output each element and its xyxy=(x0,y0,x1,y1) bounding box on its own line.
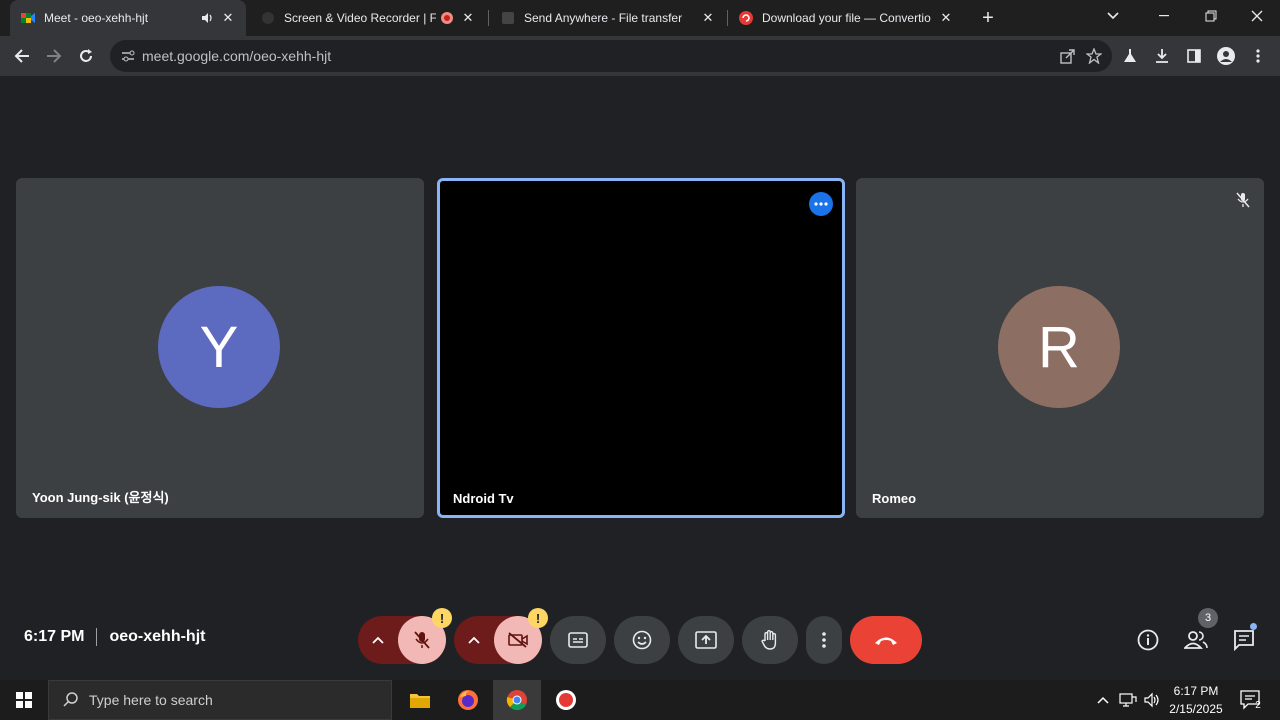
meeting-details-info-icon[interactable] xyxy=(1134,626,1162,654)
tab-convertio[interactable]: Download your file — Convertio ✕ xyxy=(728,0,964,36)
participant-tile-active[interactable]: Ndroid Tv xyxy=(437,178,845,518)
tab-title: Send Anywhere - File transfer xyxy=(524,11,683,25)
meet-stage: Y Yoon Jung-sik (윤정식) Ndroid Tv R Romeo … xyxy=(0,76,1280,680)
side-panel-icon[interactable] xyxy=(1180,42,1208,70)
firefox-icon[interactable] xyxy=(444,680,492,720)
download-icon[interactable] xyxy=(1148,42,1176,70)
volume-icon[interactable] xyxy=(1140,680,1164,720)
mic-warning-badge: ! xyxy=(432,608,452,628)
notification-count: 2 xyxy=(1255,700,1261,711)
raise-hand-icon xyxy=(761,630,777,650)
people-icon[interactable] xyxy=(1182,626,1210,654)
forward-arrow-icon[interactable] xyxy=(40,42,68,70)
url-text: meet.google.com/oeo-xehh-hjt xyxy=(142,48,332,64)
closed-captions-icon xyxy=(568,632,588,648)
participant-name: Ndroid Tv xyxy=(453,491,514,506)
address-bar[interactable]: meet.google.com/oeo-xehh-hjt xyxy=(110,40,1112,72)
avatar: R xyxy=(998,286,1120,408)
recording-icon xyxy=(440,11,454,25)
taskbar-clock-date[interactable]: 2/15/2025 xyxy=(1166,702,1226,716)
present-screen-button[interactable] xyxy=(678,616,734,664)
more-options-icon[interactable] xyxy=(809,192,833,216)
participant-name: Yoon Jung-sik (윤정식) xyxy=(32,490,169,505)
send-anywhere-favicon-icon xyxy=(500,10,516,26)
more-options-button[interactable] xyxy=(806,616,842,664)
tab-send-anywhere[interactable]: Send Anywhere - File transfer ✕ xyxy=(490,0,726,36)
file-explorer-icon[interactable] xyxy=(396,680,444,720)
close-tab-icon[interactable]: ✕ xyxy=(938,10,954,26)
more-vert-icon xyxy=(822,632,826,648)
screen: Meet - oeo-xehh-hjt ✕ Screen & Video Rec… xyxy=(0,0,1280,720)
convertio-favicon-icon xyxy=(738,10,754,26)
restore-icon[interactable] xyxy=(1188,0,1234,32)
present-screen-icon xyxy=(695,631,717,649)
audio-options-chevron-up-icon[interactable] xyxy=(358,616,398,664)
chrome-taskbar-icon[interactable] xyxy=(493,680,541,720)
tab-separator xyxy=(488,10,489,26)
tab-search-chevron-icon[interactable] xyxy=(1090,0,1136,32)
labs-flask-icon[interactable] xyxy=(1116,42,1144,70)
recorder-favicon-icon xyxy=(260,10,276,26)
site-settings-icon[interactable] xyxy=(120,48,136,69)
camera-off-icon xyxy=(508,632,528,648)
taskbar-clock-time[interactable]: 6:17 PM xyxy=(1166,684,1226,698)
screen-recorder-icon[interactable] xyxy=(542,680,590,720)
participant-tile[interactable]: Y Yoon Jung-sik (윤정식) xyxy=(16,178,424,518)
back-arrow-icon[interactable] xyxy=(8,42,36,70)
tab-title: Screen & Video Recorder | F xyxy=(284,11,436,25)
browser-tab-strip: Meet - oeo-xehh-hjt ✕ Screen & Video Rec… xyxy=(0,0,1280,36)
camera-control-group: ! xyxy=(454,608,548,664)
browser-toolbar: meet.google.com/oeo-xehh-hjt xyxy=(0,36,1280,76)
emoji-icon xyxy=(632,630,652,650)
network-icon[interactable] xyxy=(1116,680,1140,720)
video-options-chevron-up-icon[interactable] xyxy=(454,616,494,664)
close-window-icon[interactable] xyxy=(1234,0,1280,32)
participant-tile[interactable]: R Romeo xyxy=(856,178,1264,518)
new-tab-button[interactable]: + xyxy=(976,6,1000,30)
chat-unread-dot xyxy=(1250,623,1257,630)
profile-icon[interactable] xyxy=(1212,42,1240,70)
reactions-button[interactable] xyxy=(614,616,670,664)
search-icon xyxy=(63,691,79,710)
mic-off-icon xyxy=(414,631,430,649)
camera-warning-badge: ! xyxy=(528,608,548,628)
minimize-icon[interactable] xyxy=(1142,0,1188,32)
show-hidden-icons-chevron-icon[interactable] xyxy=(1092,680,1114,720)
captions-button[interactable] xyxy=(550,616,606,664)
leave-call-button[interactable] xyxy=(850,616,922,664)
tab-recorder[interactable]: Screen & Video Recorder | F ✕ xyxy=(250,0,486,36)
hang-up-icon xyxy=(875,637,897,645)
chat-icon[interactable] xyxy=(1230,626,1258,654)
mic-off-icon xyxy=(1236,192,1250,213)
reload-icon[interactable] xyxy=(72,42,100,70)
tab-meet[interactable]: Meet - oeo-xehh-hjt ✕ xyxy=(10,0,246,36)
windows-taskbar: Type here to search 6:17 PM 2/15/2025 2 xyxy=(0,680,1280,720)
participant-count-badge: 3 xyxy=(1198,608,1218,628)
meet-favicon-icon xyxy=(20,10,36,26)
tab-title: Download your file — Convertio xyxy=(762,11,931,25)
close-tab-icon[interactable]: ✕ xyxy=(460,10,476,26)
taskbar-search-box[interactable]: Type here to search xyxy=(48,680,392,720)
search-placeholder: Type here to search xyxy=(89,692,213,708)
share-icon[interactable] xyxy=(1060,48,1076,69)
raise-hand-button[interactable] xyxy=(742,616,798,664)
avatar: Y xyxy=(158,286,280,408)
speaker-icon[interactable] xyxy=(200,11,214,25)
browser-menu-icon[interactable] xyxy=(1244,42,1272,70)
windows-start-icon[interactable] xyxy=(0,680,48,720)
close-tab-icon[interactable]: ✕ xyxy=(700,10,716,26)
tab-title: Meet - oeo-xehh-hjt xyxy=(44,11,149,25)
close-tab-icon[interactable]: ✕ xyxy=(220,10,236,26)
participant-name: Romeo xyxy=(872,491,917,506)
mic-control-group: ! xyxy=(358,608,452,664)
call-controls: ! ! xyxy=(0,608,1280,666)
bookmark-star-icon[interactable] xyxy=(1085,47,1103,69)
